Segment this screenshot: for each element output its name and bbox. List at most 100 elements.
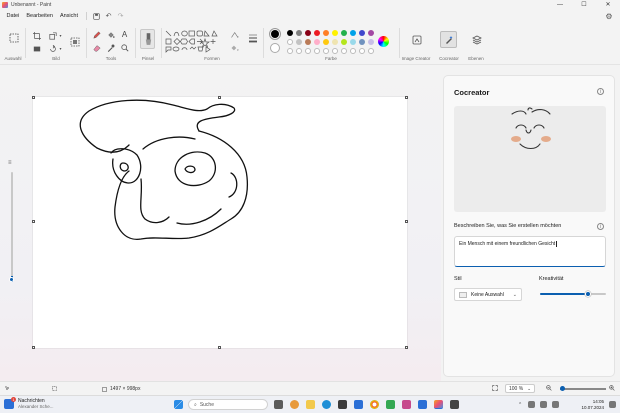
color-swatch[interactable] <box>350 30 356 36</box>
prompt-input[interactable]: Ein Mensch mit einem freundlichen Gesich… <box>454 236 606 267</box>
select-all-icon[interactable] <box>32 44 41 53</box>
resize-handle-bottom-right[interactable] <box>405 346 408 349</box>
resize-handle-top-left[interactable] <box>32 96 35 99</box>
color-swatch[interactable] <box>350 39 356 45</box>
image-creator-icon[interactable] <box>411 34 422 45</box>
image-tools-icon[interactable] <box>69 36 80 47</box>
pencil-icon[interactable] <box>92 30 101 39</box>
layers-icon[interactable] <box>471 34 482 45</box>
color-swatch[interactable] <box>359 30 365 36</box>
chrome-icon[interactable] <box>370 400 379 409</box>
color-swatch[interactable] <box>341 30 347 36</box>
resize-handle-top[interactable] <box>218 96 221 99</box>
terminal-icon[interactable] <box>450 400 459 409</box>
color-swatch[interactable] <box>341 39 347 45</box>
undo-icon[interactable]: ↶ <box>103 11 115 21</box>
resize-handle-bottom-left[interactable] <box>32 346 35 349</box>
edit-colors-icon[interactable] <box>378 36 389 47</box>
selection-tool-icon[interactable] <box>8 32 19 43</box>
resize-handle-left[interactable] <box>32 220 35 223</box>
brush-button[interactable] <box>140 29 155 49</box>
crop-icon[interactable] <box>32 31 41 40</box>
color-swatch[interactable] <box>332 39 338 45</box>
shape-outline-icon[interactable]: ▾ <box>229 30 241 39</box>
menu-edit[interactable]: Bearbeiten <box>23 13 57 19</box>
magnifier-icon[interactable] <box>120 43 129 52</box>
custom-color-slot[interactable] <box>296 48 302 54</box>
custom-color-slot[interactable] <box>368 48 374 54</box>
custom-color-slot[interactable] <box>332 48 338 54</box>
news-widget[interactable]: 1 Nachrichten Alexander Sche... <box>4 397 54 410</box>
zoom-dropdown[interactable]: 100 % ⌄ <box>505 384 535 393</box>
line-width-icon[interactable] <box>247 32 258 43</box>
paint-taskbar-icon[interactable] <box>434 400 443 409</box>
fill-bucket-icon[interactable] <box>106 30 115 39</box>
mail-icon[interactable] <box>354 400 363 409</box>
color-swatch[interactable] <box>332 30 338 36</box>
word-icon[interactable] <box>418 400 427 409</box>
shape-fill-icon[interactable]: ▾ <box>229 43 241 52</box>
custom-color-slot[interactable] <box>314 48 320 54</box>
layers-toggle-icon[interactable]: ≡ <box>8 160 16 166</box>
resize-handle-top-right[interactable] <box>405 96 408 99</box>
zoom-slider-track[interactable] <box>560 388 606 390</box>
color-swatch[interactable] <box>359 39 365 45</box>
vertical-zoom-slider-knob[interactable] <box>9 277 14 282</box>
color-swatch[interactable] <box>305 39 311 45</box>
text-tool-icon[interactable]: A <box>120 30 129 39</box>
color-swatch[interactable] <box>323 39 329 45</box>
color-swatch[interactable] <box>287 39 293 45</box>
copilot-icon[interactable] <box>290 400 299 409</box>
settings-gear-icon[interactable]: ⚙ <box>604 11 614 21</box>
network-icon[interactable] <box>528 401 535 408</box>
notifications-icon[interactable] <box>609 401 616 408</box>
describe-info-icon[interactable]: i <box>597 223 604 230</box>
app-icon-pink[interactable] <box>402 400 411 409</box>
color-swatch[interactable] <box>296 30 302 36</box>
redo-icon[interactable]: ↷ <box>115 11 127 21</box>
style-dropdown[interactable]: Keine Auswahl ⌄ <box>454 288 522 301</box>
color-swatch[interactable] <box>323 30 329 36</box>
custom-color-slot[interactable] <box>350 48 356 54</box>
color-swatch[interactable] <box>314 39 320 45</box>
menu-view[interactable]: Ansicht <box>56 13 81 19</box>
creativity-slider-knob[interactable] <box>584 291 591 297</box>
resize-handle-bottom[interactable] <box>218 346 221 349</box>
task-view-icon[interactable] <box>274 400 283 409</box>
taskbar-search[interactable]: ⌕ Suche <box>188 399 268 410</box>
cocreator-preview-image[interactable] <box>454 106 606 212</box>
save-icon[interactable] <box>91 11 103 21</box>
info-icon[interactable]: i <box>597 88 604 95</box>
shape-gallery[interactable] <box>165 30 225 54</box>
file-explorer-icon[interactable] <box>306 400 315 409</box>
battery-icon[interactable] <box>552 401 559 408</box>
resize-dropdown-icon[interactable]: ▾ <box>56 31 65 40</box>
drawing-canvas[interactable] <box>33 97 407 348</box>
color-picker-icon[interactable] <box>106 43 115 52</box>
menu-file[interactable]: Datei <box>3 13 23 19</box>
resize-handle-right[interactable] <box>405 220 408 223</box>
zoom-out-icon[interactable] <box>546 385 552 391</box>
custom-color-slot[interactable] <box>341 48 347 54</box>
edge-icon[interactable] <box>322 400 331 409</box>
custom-color-slot[interactable] <box>359 48 365 54</box>
fit-to-window-icon[interactable] <box>492 385 498 391</box>
active-color-swatch[interactable] <box>269 28 281 40</box>
custom-color-slot[interactable] <box>323 48 329 54</box>
zoom-slider-knob[interactable] <box>560 386 566 391</box>
custom-color-slot[interactable] <box>287 48 293 54</box>
color-swatch[interactable] <box>368 39 374 45</box>
color-swatch[interactable] <box>314 30 320 36</box>
color-swatch[interactable] <box>368 30 374 36</box>
maximize-button[interactable]: ☐ <box>572 0 596 9</box>
system-clock[interactable]: 14:05 10.07.2024 <box>581 399 604 411</box>
color-swatch[interactable] <box>305 30 311 36</box>
eraser-icon[interactable] <box>92 43 101 52</box>
close-button[interactable]: ✕ <box>596 0 620 9</box>
cocreator-button[interactable] <box>440 31 457 48</box>
windows-start-icon[interactable] <box>174 400 183 409</box>
chevron-up-icon[interactable]: ⌃ <box>518 402 522 408</box>
rotate-dropdown-icon[interactable]: ▾ <box>56 44 65 53</box>
zoom-in-icon[interactable] <box>609 385 615 391</box>
store-icon[interactable] <box>338 400 347 409</box>
